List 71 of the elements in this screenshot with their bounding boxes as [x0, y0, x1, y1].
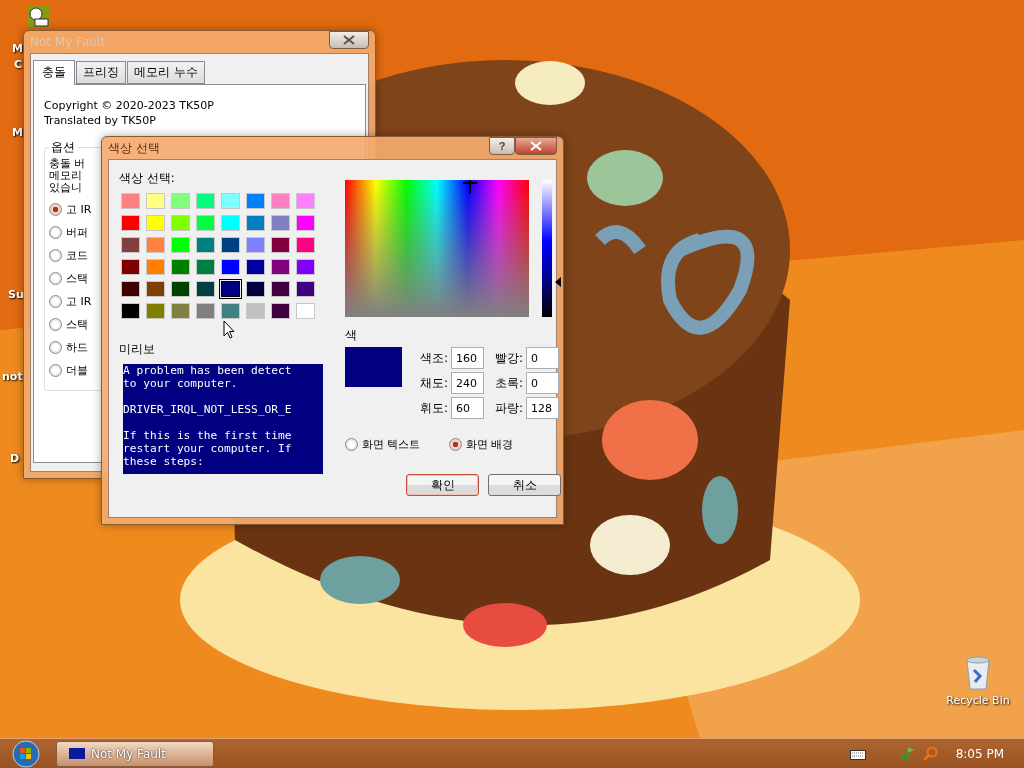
value-field[interactable]: 128 [526, 397, 560, 419]
close-button[interactable] [515, 137, 557, 155]
radio-option[interactable]: 화면 텍스트 [345, 433, 421, 456]
clock[interactable]: 8:05 PM [955, 746, 1004, 761]
color-swatch[interactable] [221, 281, 240, 297]
slider-arrow-icon[interactable] [555, 276, 561, 287]
value-field[interactable]: 0 [526, 372, 560, 394]
copyright-text: Copyright © 2020-2023 TK50P [44, 99, 215, 112]
field-label: 빨강: [495, 349, 524, 367]
radio-icon[interactable] [49, 226, 62, 239]
field-label: 휘도: [420, 399, 449, 417]
field-label: 색조: [420, 349, 449, 367]
close-icon[interactable] [342, 35, 356, 45]
value-field[interactable]: 160 [451, 347, 485, 369]
dialog-button[interactable]: 확인 [406, 474, 479, 496]
tab[interactable]: 메모리 누수 [127, 61, 205, 84]
radio-option[interactable]: 고 IR [49, 198, 92, 221]
luminance-bar[interactable] [542, 180, 552, 317]
preview-text: If this is the first time restart your computer. If these steps: [123, 429, 293, 468]
dialog-button[interactable]: 취소 [488, 474, 561, 496]
tab[interactable]: 프리징 [76, 61, 126, 84]
radio-icon[interactable] [49, 341, 62, 354]
cursor-icon [223, 320, 235, 339]
start-button[interactable] [10, 739, 42, 768]
basic-colors-label: 색상 선택: [119, 170, 176, 187]
preview-text: DRIVER_IRQL_NOT_LESS_OR_E [123, 403, 293, 416]
tab[interactable]: 충돌 [33, 60, 75, 85]
help-button[interactable]: ? [489, 137, 515, 155]
field-label: 채도: [420, 374, 449, 392]
description-text: 메모리 [49, 170, 82, 182]
group-title: 옵션 [50, 139, 76, 156]
radio-icon[interactable] [49, 249, 62, 262]
translator-text: Translated by TK50P [44, 114, 157, 127]
preview-label: 미리보 [119, 341, 156, 358]
search-icon[interactable] [921, 745, 938, 762]
radio-icon[interactable] [49, 203, 62, 216]
dialog-title: 색상 선택 [108, 139, 160, 157]
radio-icon[interactable] [49, 364, 62, 377]
color-spectrum[interactable] [345, 180, 529, 317]
color-label: 색 [345, 327, 358, 344]
preview-text: A problem has been detect to your computer. [123, 364, 293, 390]
description-text: 있습니 [49, 182, 82, 194]
radio-icon[interactable] [448, 438, 462, 451]
field-label: 초록: [495, 374, 524, 392]
radio-icon[interactable] [345, 438, 358, 451]
window-icon [69, 748, 85, 759]
radio-option[interactable]: 더블 [49, 359, 88, 382]
color-sample [345, 347, 402, 387]
keyboard-icon[interactable] [849, 747, 866, 760]
radio-option[interactable]: 고 IR [49, 290, 92, 313]
radio-option[interactable]: 버퍼 [49, 221, 88, 244]
radio-option[interactable]: 스택 [49, 267, 88, 290]
crosshair-icon[interactable] [463, 180, 477, 194]
field-label: 파랑: [495, 399, 524, 417]
close-button[interactable] [329, 31, 369, 49]
radio-icon[interactable] [49, 295, 62, 308]
value-field[interactable]: 0 [526, 347, 560, 369]
network-icon[interactable] [899, 745, 916, 762]
window-title: Not My Fault [30, 35, 105, 49]
radio-option[interactable]: 스택 [49, 313, 88, 336]
recycle-bin-icon[interactable] [965, 656, 991, 690]
radio-option[interactable]: 코드 [49, 244, 88, 267]
app-icon[interactable] [27, 5, 51, 29]
radio-icon[interactable] [49, 272, 62, 285]
radio-option[interactable]: 화면 배경 [448, 433, 513, 456]
radio-icon[interactable] [49, 318, 62, 331]
radio-option[interactable]: 하드 [49, 336, 88, 359]
description-text: 충돌 버 [49, 158, 86, 170]
recycle-bin-label: Recycle Bin [946, 694, 1010, 707]
value-field[interactable]: 60 [451, 397, 485, 419]
value-field[interactable]: 240 [451, 372, 485, 394]
